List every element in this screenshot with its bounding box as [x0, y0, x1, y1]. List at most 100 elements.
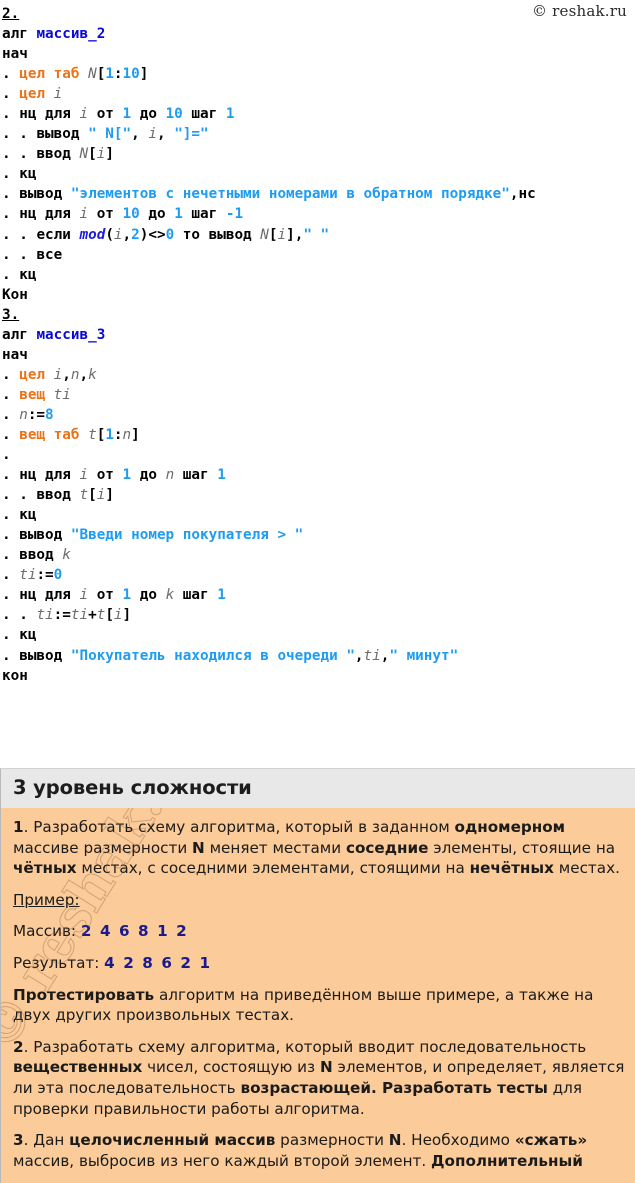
example-output: Результат: 4 2 8 6 2 1 [13, 953, 625, 974]
code-line: . ввод k [2, 545, 635, 565]
code-token-ident: n [19, 406, 28, 423]
example-input: Массив: 2 4 6 8 1 2 [13, 921, 625, 942]
body-text: местах, с соседними элементами, стоящими… [76, 859, 470, 878]
code-token-dot: . . [2, 487, 37, 504]
code-token-dot: . . [2, 226, 37, 243]
code-token-kw: до [131, 467, 166, 484]
code-token-op: ] [105, 487, 114, 504]
code-token-dot: . [2, 166, 20, 183]
code-token-ident: t [79, 487, 89, 504]
code-token-ident: i [79, 587, 89, 604]
code-token-type: цел таб [19, 66, 89, 83]
emphasis-text: одномерном [454, 818, 566, 836]
copyright-notice: © reshak.ru [531, 2, 627, 20]
code-token-dot: . [2, 86, 20, 103]
code-token-str: " " [303, 226, 330, 243]
emphasis-text: «сжать» [514, 1131, 588, 1150]
code-token-kw: алг [2, 26, 37, 43]
code-token-kw: ввод [36, 487, 80, 504]
code-token-ident: k [62, 547, 71, 564]
body-text: меняет местами [204, 838, 346, 857]
code-line: . . ti:=ti+t[i] [2, 605, 635, 625]
code-token-op: , [131, 126, 149, 143]
code-token-kw: алг [2, 326, 37, 343]
code-line: . n:=8 [2, 405, 635, 425]
code-token-kw: от [88, 587, 123, 604]
code-token-op: ] [139, 66, 149, 83]
code-token-dot: . . [2, 146, 37, 163]
code-token-ident: ti [363, 647, 381, 664]
level-section-header: 3 уровень сложности [1, 769, 635, 808]
code-line: . . все [2, 245, 635, 265]
code-token-kw: вывод [19, 186, 71, 203]
emphasis-text: 2 [13, 1037, 24, 1056]
code-token-ident: i [277, 226, 287, 243]
code-line: . [2, 445, 635, 465]
code-token-type: цел [19, 366, 54, 383]
code-token-op: ] [105, 146, 114, 163]
code-token-op: [ [88, 146, 97, 163]
code-token-kw: вывод [19, 647, 71, 664]
code-line: нач [2, 345, 635, 365]
code-token-num: 1 [217, 587, 226, 604]
code-line: нач [2, 44, 635, 64]
code-token-str: "]=" [174, 126, 209, 143]
code-token-kw: нач [2, 46, 28, 63]
code-token-op: , [122, 226, 132, 243]
code-token-dot: . . [2, 607, 37, 624]
code-token-num: 1 [122, 106, 132, 123]
code-token-num: 0 [165, 226, 175, 243]
code-token-op: [ [105, 607, 114, 624]
code-token-op: ] [122, 607, 132, 624]
code-token-ident: ti [36, 607, 54, 624]
code-token-dot: . . [2, 126, 37, 143]
code-token-name: массив_3 [36, 326, 106, 343]
task-2: 2. Разработать схему алгоритма, который … [13, 1037, 625, 1119]
code-token-dot: . . [2, 246, 37, 263]
code-token-kw: от [88, 206, 123, 223]
code-token-kw: кц [19, 166, 37, 183]
code-line: . . вывод " N[", i, "]=" [2, 124, 635, 144]
code-token-kw: шаг [174, 587, 218, 604]
code-line: . вывод "Покупатель находился в очереди … [2, 646, 635, 666]
code-line: . вывод "элементов с нечетными номерами … [2, 184, 635, 204]
code-token-kw: от [88, 467, 123, 484]
code-token-ident: i [79, 467, 89, 484]
code-token-op: )<> [139, 226, 166, 243]
code-token-kw: вывод [36, 126, 89, 143]
code-line: . кц [2, 625, 635, 645]
code-token-ident: n [165, 467, 175, 484]
code-token-dot: . [2, 366, 20, 383]
code-token-kw: нс [518, 186, 536, 203]
code-token-kw: то вывод [174, 226, 261, 243]
code-token-op: := [27, 406, 46, 423]
code-token-kw: кон [2, 667, 28, 684]
code-token-ident: t [88, 426, 97, 443]
code-token-ident: ti [19, 567, 37, 584]
code-token-ident: i [113, 607, 123, 624]
code-token-dot: . [2, 587, 20, 604]
code-line: . вещ таб t[1:n] [2, 425, 635, 445]
code-token-op: := [36, 567, 54, 584]
code-token-dot: . [2, 507, 20, 524]
code-line: . . если mod(i,2)<>0 то вывод N[i]," " [2, 225, 635, 245]
code-token-type: вещ таб [19, 426, 89, 443]
test-note: Протестировать алгоритм на приведённом в… [13, 985, 625, 1026]
code-token-dot: . [2, 467, 20, 484]
code-line: алг массив_3 [2, 325, 635, 345]
code-token-kw: кц [19, 266, 37, 283]
emphasis-text: чётных [13, 859, 77, 878]
code-token-str: " N[" [88, 126, 132, 143]
code-token-dot: . [2, 386, 20, 403]
emphasis-text: Протестировать [13, 985, 155, 1004]
code-token-name: массив_2 [36, 26, 106, 43]
body-text: размерности [275, 1131, 389, 1150]
body-text: местах. [553, 859, 620, 878]
emphasis-text: вещественных [13, 1058, 143, 1077]
code-line: Кон [2, 285, 635, 305]
code-token-num: 10 [165, 106, 183, 123]
emphasis-text: Дополнительный [431, 1151, 583, 1170]
code-token-kw: нц для [19, 206, 80, 223]
code-token-type: цел [19, 86, 54, 103]
code-token-num: 10 [122, 206, 140, 223]
